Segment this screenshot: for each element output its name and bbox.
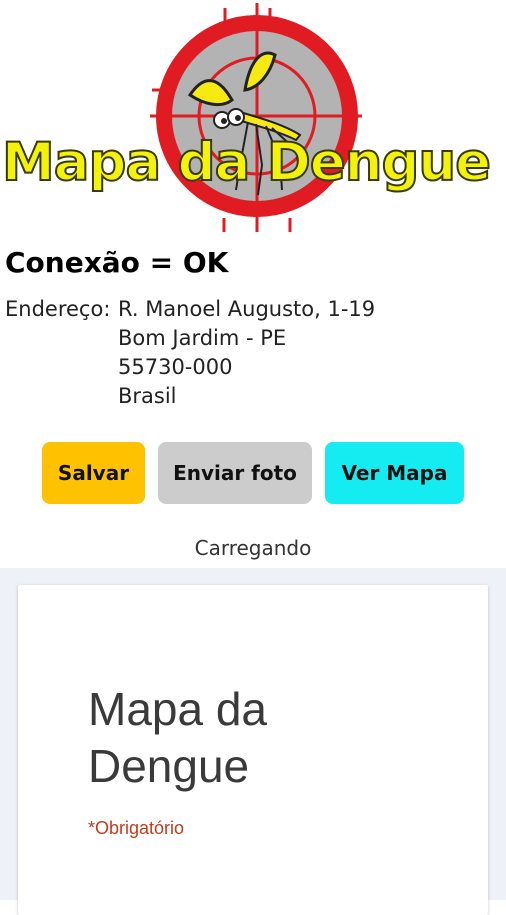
send-photo-button[interactable]: Enviar foto <box>158 442 312 504</box>
address-line-city: Bom Jardim - PE <box>118 326 287 350</box>
loading-text: Carregando <box>194 536 312 560</box>
required-note: *Obrigatório <box>88 818 185 838</box>
save-button[interactable]: Salvar <box>42 442 145 504</box>
address-line-street: R. Manoel Augusto, 1-19 <box>118 297 376 321</box>
view-map-button[interactable]: Ver Mapa <box>325 442 464 504</box>
logo-text: Mapa da Dengue <box>1 131 492 194</box>
address-lines: R. Manoel Augusto, 1-19 Bom Jardim - PE … <box>118 295 375 411</box>
target-mosquito-icon <box>150 3 362 232</box>
address-block: Endereço: R. Manoel Augusto, 1-19 Bom Ja… <box>5 295 375 411</box>
embedded-form-view[interactable]: Mapa da Dengue *Obrigatório <box>0 568 506 915</box>
form-card: Mapa da Dengue *Obrigatório <box>18 585 488 915</box>
connection-status: Conexão = OK <box>5 246 229 279</box>
address-line-zip: 55730-000 <box>118 355 233 379</box>
address-label: Endereço: <box>5 297 111 321</box>
app-logo: Mapa da Dengue <box>0 0 506 236</box>
form-title: Mapa da Dengue <box>88 683 268 792</box>
address-line-country: Brasil <box>118 384 177 408</box>
